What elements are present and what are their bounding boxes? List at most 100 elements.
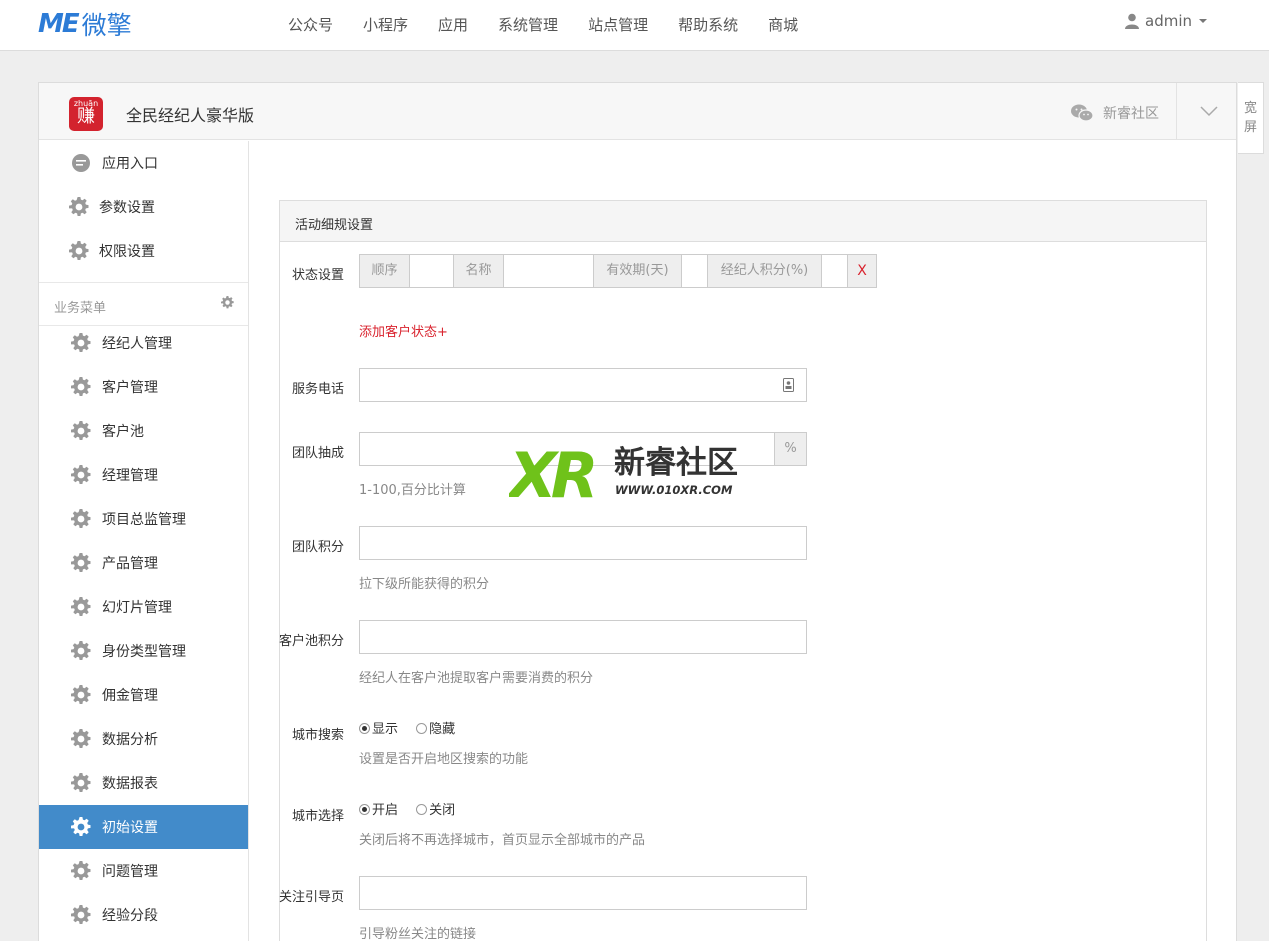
sidebar-item-label: 数据分析 xyxy=(102,732,158,748)
sidebar: 应用入口 参数设置 权限设置 业务菜单 经纪人管理 客户管理 客户池 经理管理 项目总监… xyxy=(39,141,249,941)
status-points-input[interactable] xyxy=(821,254,848,288)
sidebar-item-permissions[interactable]: 权限设置 xyxy=(39,229,248,273)
sidebar-item-14[interactable]: 经验分段 xyxy=(39,893,248,937)
gear-icon xyxy=(71,509,91,529)
settings-icon[interactable] xyxy=(221,296,234,309)
radio-selected-icon xyxy=(359,804,370,815)
wide-screen-toggle[interactable]: 宽屏 xyxy=(1238,82,1264,154)
city-select-off-radio[interactable]: 关闭 xyxy=(416,803,455,818)
gear-icon xyxy=(71,905,91,925)
app-header: zhuān 赚 全民经纪人豪华版 新睿社区 xyxy=(39,83,1236,140)
sidebar-item-12[interactable]: 初始设置 xyxy=(39,805,248,849)
pool-points-hint: 经纪人在客户池提取客户需要消费的积分 xyxy=(359,671,594,686)
status-name-input[interactable] xyxy=(503,254,594,288)
main-nav: 公众号 小程序 应用 系统管理 站点管理 帮助系统 商城 xyxy=(288,14,828,35)
status-delete-button[interactable]: X xyxy=(847,254,877,288)
phone-input[interactable] xyxy=(359,368,807,402)
sidebar-item-1[interactable]: 经纪人管理 xyxy=(39,321,248,365)
status-col-name-label: 名称 xyxy=(453,254,504,288)
card-title: 活动细规设置 xyxy=(280,201,1206,242)
sidebar-item-13[interactable]: 问题管理 xyxy=(39,849,248,893)
gear-icon xyxy=(71,773,91,793)
status-col-points-label: 经纪人积分(%) xyxy=(707,254,822,288)
sidebar-item-label: 幻灯片管理 xyxy=(102,600,172,616)
username: admin xyxy=(1145,12,1192,30)
gear-icon xyxy=(71,817,91,837)
logo-mark: ME xyxy=(38,9,80,39)
city-search-radio-group: 显示 隐藏 xyxy=(359,718,469,737)
city-select-radio-group: 开启 关闭 xyxy=(359,799,469,818)
team-commission-label: 团队抽成 xyxy=(291,446,344,461)
sidebar-item-6[interactable]: 产品管理 xyxy=(39,541,248,585)
radio-unselected-icon xyxy=(416,804,428,815)
follow-page-input[interactable] xyxy=(359,876,807,910)
gear-icon xyxy=(71,553,91,573)
sidebar-item-params[interactable]: 参数设置 xyxy=(39,185,248,229)
sidebar-item-3[interactable]: 客户池 xyxy=(39,409,248,453)
sidebar-item-8[interactable]: 身份类型管理 xyxy=(39,629,248,673)
sidebar-item-9[interactable]: 佣金管理 xyxy=(39,673,248,717)
radio-label: 关闭 xyxy=(429,803,456,818)
city-search-show-radio[interactable]: 显示 xyxy=(359,722,398,737)
status-validity-input[interactable] xyxy=(681,254,708,288)
add-status-link[interactable]: 添加客户状态+ xyxy=(359,321,448,340)
nav-help[interactable]: 帮助系统 xyxy=(678,14,738,35)
team-commission-hint: 1-100,百分比计算 xyxy=(359,483,466,498)
team-points-hint: 拉下级所能获得的积分 xyxy=(359,577,490,592)
watermark-title: 新睿社区 xyxy=(614,445,738,481)
wide-screen-label: 宽屏 xyxy=(1243,101,1257,135)
sidebar-item-label: 客户管理 xyxy=(102,380,158,396)
sidebar-item-label: 应用入口 xyxy=(102,156,158,172)
logo-text: 微擎 xyxy=(81,11,132,40)
nav-official-account[interactable]: 公众号 xyxy=(288,14,333,35)
sidebar-item-label: 经纪人管理 xyxy=(102,336,172,352)
community-link[interactable]: 新睿社区 xyxy=(1071,103,1159,123)
sidebar-item-4[interactable]: 经理管理 xyxy=(39,453,248,497)
chevron-down-icon[interactable] xyxy=(1200,105,1218,117)
sidebar-item-label: 权限设置 xyxy=(99,244,155,260)
watermark-url: WWW.010XR.COM xyxy=(615,483,733,497)
watermark-mark: XR xyxy=(509,439,594,503)
header-divider xyxy=(1176,83,1177,140)
follow-page-hint: 引导粉丝关注的链接 xyxy=(359,927,477,941)
app-panel: zhuān 赚 全民经纪人豪华版 新睿社区 应用入口 参数设置 权限设置 业务菜… xyxy=(38,82,1237,941)
pool-points-label: 客户池积分 xyxy=(278,634,344,649)
status-col-order-label: 顺序 xyxy=(359,254,410,288)
city-search-hide-radio[interactable]: 隐藏 xyxy=(416,722,455,737)
sidebar-item-label: 项目总监管理 xyxy=(102,512,186,528)
sidebar-item-label: 经理管理 xyxy=(102,468,158,484)
sidebar-item-label: 佣金管理 xyxy=(102,688,158,704)
app-logo-char: 赚 xyxy=(77,106,95,127)
user-menu[interactable]: admin xyxy=(1125,12,1207,30)
nav-miniprogram[interactable]: 小程序 xyxy=(363,14,408,35)
nav-system[interactable]: 系统管理 xyxy=(498,14,558,35)
sidebar-item-10[interactable]: 数据分析 xyxy=(39,717,248,761)
gear-icon xyxy=(71,597,91,617)
nav-site[interactable]: 站点管理 xyxy=(588,14,648,35)
sidebar-item-5[interactable]: 项目总监管理 xyxy=(39,497,248,541)
wechat-icon xyxy=(1071,104,1093,122)
gear-icon xyxy=(69,197,89,217)
city-select-on-radio[interactable]: 开启 xyxy=(359,803,398,818)
status-label: 状态设置 xyxy=(291,268,344,283)
status-order-input[interactable] xyxy=(409,254,454,288)
phone-label: 服务电话 xyxy=(291,382,344,397)
sidebar-item-11[interactable]: 数据报表 xyxy=(39,761,248,805)
sidebar-item-7[interactable]: 幻灯片管理 xyxy=(39,585,248,629)
sidebar-item-app-entry[interactable]: 应用入口 xyxy=(39,141,248,185)
we7-logo[interactable]: ME 微擎 xyxy=(38,8,132,40)
gear-icon xyxy=(69,241,89,261)
sidebar-item-2[interactable]: 客户管理 xyxy=(39,365,248,409)
nav-apps[interactable]: 应用 xyxy=(438,14,468,35)
radio-label: 显示 xyxy=(372,722,399,737)
status-col-validity-label: 有效期(天) xyxy=(593,254,682,288)
team-points-label: 团队积分 xyxy=(291,540,344,555)
percent-addon: % xyxy=(774,432,807,466)
gear-icon xyxy=(71,377,91,397)
sidebar-item-label: 参数设置 xyxy=(99,200,155,216)
team-points-input[interactable] xyxy=(359,526,807,560)
gear-icon xyxy=(71,861,91,881)
nav-store[interactable]: 商城 xyxy=(768,14,798,35)
city-search-label: 城市搜索 xyxy=(291,728,344,743)
pool-points-input[interactable] xyxy=(359,620,807,654)
